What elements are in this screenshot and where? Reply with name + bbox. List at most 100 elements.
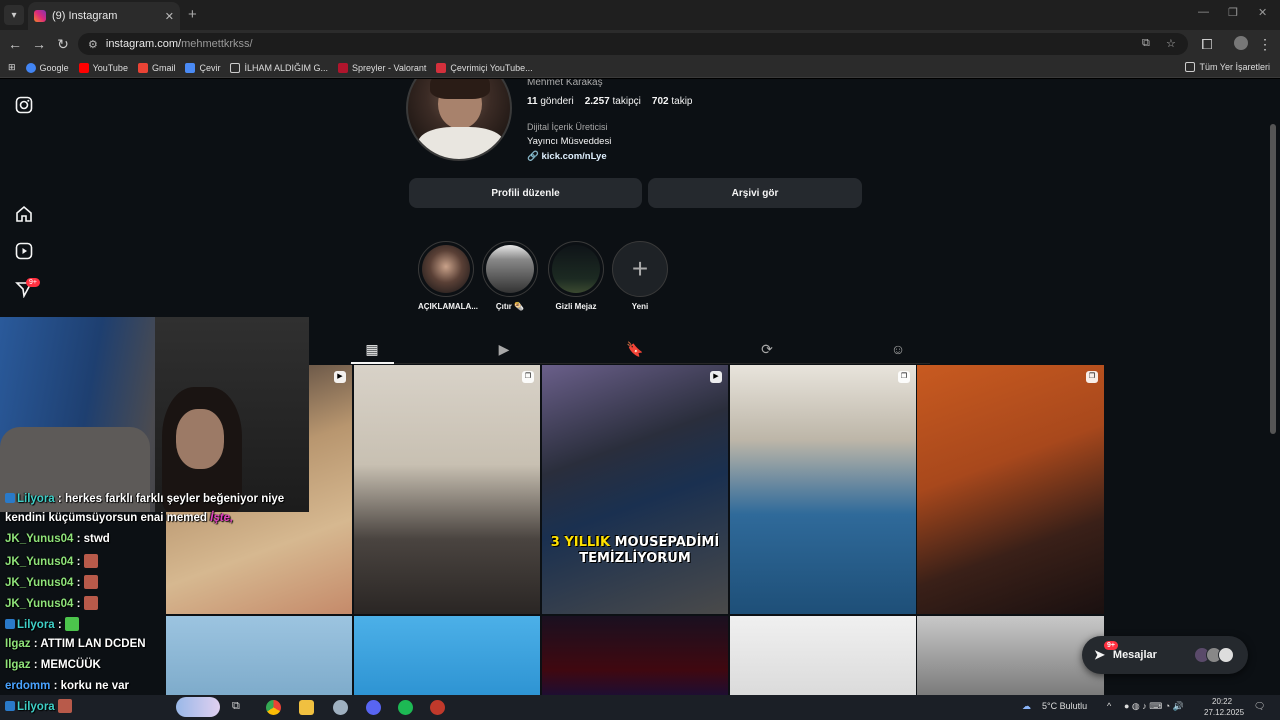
file-explorer-icon[interactable] xyxy=(299,700,314,715)
post-tile[interactable]: ▶ 3 YILLIK MOUSEPADİMİ TEMİZLİYORUM xyxy=(542,365,728,614)
tray-chevron-icon[interactable]: ^ xyxy=(1107,701,1111,711)
tab-search-button[interactable]: ▾ xyxy=(4,5,24,25)
bookmark-google[interactable]: Google xyxy=(25,62,69,73)
post-tile[interactable] xyxy=(166,616,352,695)
profile-stats: 11 gönderi 2.257 takipçi 702 takip xyxy=(527,96,692,107)
bookmark-youtube[interactable]: YouTube xyxy=(78,62,128,73)
search-widget[interactable] xyxy=(176,697,220,717)
profile-avatar-icon[interactable] xyxy=(1234,36,1248,50)
bookmark-label: Çevir xyxy=(199,62,221,73)
post-caption: 3 YILLIK MOUSEPADİMİ TEMİZLİYORUM xyxy=(542,535,728,567)
view-archive-button[interactable]: Arşivi gör xyxy=(648,178,862,208)
chrome-icon[interactable] xyxy=(266,700,281,715)
tab-posts-grid-icon[interactable]: ▦ xyxy=(362,341,382,358)
back-icon[interactable]: ← xyxy=(6,36,24,52)
profile-link-text: kick.com/nLye xyxy=(541,151,607,162)
posts-count: 11 xyxy=(527,96,538,107)
chat-username: Lilyora xyxy=(17,619,55,631)
edit-profile-button[interactable]: Profili düzenle xyxy=(409,178,642,208)
post-tile[interactable] xyxy=(354,616,540,695)
tab-close-icon[interactable]: ✕ xyxy=(165,10,174,23)
browser-tab-instagram[interactable]: (9) Instagram ✕ xyxy=(28,2,180,30)
bookmark-gmail[interactable]: Gmail xyxy=(137,62,175,73)
bookmark-folder-ilham[interactable]: İLHAM ALDIĞIM G... xyxy=(230,62,329,73)
post-tile[interactable] xyxy=(917,616,1104,695)
page-scrollbar[interactable] xyxy=(1270,124,1276,434)
minimize-icon[interactable]: — xyxy=(1198,6,1209,18)
close-window-icon[interactable]: ✕ xyxy=(1258,6,1267,19)
post-tile[interactable] xyxy=(542,616,728,695)
sub-badge-icon xyxy=(5,493,15,503)
profile-link[interactable]: 🔗 kick.com/nLye xyxy=(527,151,607,162)
person-face xyxy=(176,409,224,469)
profile-category: Dijital İçerik Üreticisi xyxy=(527,122,608,132)
highlight-aciklamalar[interactable]: AÇIKLAMALA... xyxy=(418,241,478,311)
bookmark-star-icon[interactable]: ☆ xyxy=(1166,37,1176,50)
forward-icon[interactable]: → xyxy=(30,36,48,52)
active-tab-indicator xyxy=(351,362,394,364)
tab-reels-icon[interactable]: ▶ xyxy=(494,341,514,358)
following-stat[interactable]: 702 takip xyxy=(652,96,693,107)
tab-reposts-icon[interactable]: ⟳ xyxy=(757,341,777,358)
chat-message: JK_Yunus04 : xyxy=(5,575,98,589)
new-tab-button[interactable]: + xyxy=(188,6,197,23)
tab-saved-icon[interactable]: 🔖 xyxy=(625,341,645,358)
spotify-icon[interactable] xyxy=(398,700,413,715)
highlight-label: Yeni xyxy=(631,302,649,311)
url-host: instagram.com/ xyxy=(105,38,182,50)
post-tile[interactable] xyxy=(730,616,916,695)
install-app-icon[interactable]: ⧉ xyxy=(1142,37,1150,50)
post-tile[interactable]: ❐ xyxy=(917,365,1104,614)
tab-title: (9) Instagram xyxy=(52,10,118,22)
address-bar[interactable]: ⚙ instagram.com/mehmettkrkss/ ⧉ ☆ xyxy=(78,33,1188,55)
chat-text: : xyxy=(76,598,81,610)
menu-dots-icon[interactable]: ⋮ xyxy=(1256,36,1274,53)
chat-text: : xyxy=(76,556,81,568)
discord-icon[interactable] xyxy=(366,700,381,715)
all-bookmarks[interactable]: Tüm Yer İşaretleri xyxy=(1185,62,1270,72)
tray-icons[interactable]: ● ◍ ♪ ⌨ ◔ 🔊 xyxy=(1124,701,1184,712)
highlight-new[interactable]: + Yeni xyxy=(612,241,668,311)
chat-text: : xyxy=(57,619,62,631)
messages-floating-button[interactable]: ➤ 9+ Mesajlar xyxy=(1082,636,1248,674)
post-tile[interactable]: ❐ xyxy=(730,365,916,614)
app-icon[interactable] xyxy=(333,700,348,715)
emote-icon xyxy=(83,554,98,568)
carousel-badge-icon: ❐ xyxy=(898,371,910,383)
site-info-icon[interactable]: ⚙ xyxy=(88,38,98,51)
obs-icon[interactable] xyxy=(430,700,445,715)
post-tile[interactable]: ❐ xyxy=(354,365,540,614)
tab-tagged-icon[interactable]: ☺ xyxy=(888,341,908,357)
extensions-icon[interactable]: ⧠ xyxy=(1198,36,1216,53)
instagram-logo-icon[interactable] xyxy=(14,96,34,116)
chat-username: Ilgaz xyxy=(5,659,31,671)
apps-icon[interactable]: ⊞ xyxy=(8,62,16,73)
clock-date[interactable]: 27.12.2025 xyxy=(1204,708,1244,717)
highlight-citir[interactable]: Çıtır 🌯 xyxy=(482,241,538,311)
chat-message: Ilgaz : ATTIM LAN DCDEN xyxy=(5,638,146,650)
chat-username: JK_Yunus04 xyxy=(5,556,74,568)
reload-icon[interactable]: ↻ xyxy=(54,36,72,53)
home-icon[interactable] xyxy=(14,205,34,225)
bookmark-label: İLHAM ALDIĞIM G... xyxy=(244,62,329,73)
sub-badge-icon xyxy=(5,701,15,711)
chat-username: JK_Yunus04 xyxy=(5,598,74,610)
highlight-label: AÇIKLAMALA... xyxy=(418,302,478,311)
highlight-gizli-mejaz[interactable]: Gizli Mejaz xyxy=(548,241,604,311)
followers-stat[interactable]: 2.257 takipçi xyxy=(585,96,641,107)
bookmark-online-youtube[interactable]: Çevrimiçi YouTube... xyxy=(436,62,533,73)
chat-username: erdomm xyxy=(5,680,51,692)
posts-label: gönderi xyxy=(540,96,574,107)
translate-icon xyxy=(185,62,196,73)
chat-message: Lilyora : herkes farklı farklı şeyler be… xyxy=(5,493,284,505)
restore-icon[interactable]: ❐ xyxy=(1228,6,1238,19)
reels-icon[interactable] xyxy=(14,242,34,262)
task-view-icon[interactable]: ⧉ xyxy=(232,700,247,715)
profile-avatar[interactable] xyxy=(406,79,512,161)
bookmark-valorant[interactable]: Spreyler - Valorant xyxy=(338,62,426,73)
bookmark-translate[interactable]: Çevir xyxy=(185,62,221,73)
reel-badge-icon: ▶ xyxy=(334,371,346,383)
weather-text[interactable]: 5°C Bulutlu xyxy=(1042,701,1087,711)
clock-time[interactable]: 20:22 xyxy=(1212,697,1232,706)
notification-center-icon[interactable]: 🗨 xyxy=(1254,701,1265,712)
